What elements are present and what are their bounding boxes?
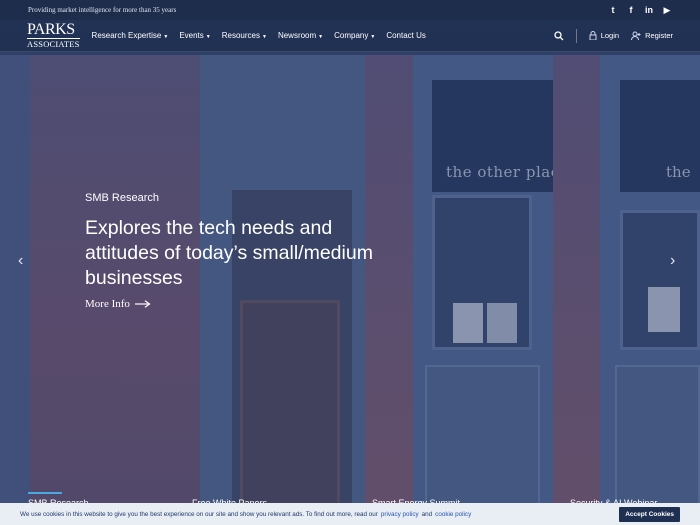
nav-contact-us[interactable]: Contact Us bbox=[386, 31, 426, 40]
more-info-label: More Info bbox=[85, 298, 130, 310]
nav-utility: Login Register bbox=[554, 28, 673, 43]
facebook-icon[interactable]: f bbox=[626, 5, 636, 15]
youtube-icon[interactable]: ▶ bbox=[662, 5, 672, 16]
login-link[interactable]: Login bbox=[589, 31, 619, 40]
nav-events[interactable]: Events ▼ bbox=[179, 31, 210, 40]
nav-label: Research Expertise bbox=[91, 31, 162, 40]
caret-down-icon: ▼ bbox=[370, 34, 376, 40]
main-nav: PARKS ASSOCIATES Research Expertise ▼ Eve… bbox=[0, 20, 700, 52]
arrow-right-icon bbox=[134, 300, 151, 308]
nav-company[interactable]: Company ▼ bbox=[334, 31, 375, 40]
search-icon[interactable] bbox=[554, 30, 564, 41]
twitter-icon[interactable]: t bbox=[608, 5, 618, 15]
user-add-icon bbox=[631, 31, 641, 40]
cookie-policy-link[interactable]: cookie policy bbox=[435, 511, 471, 518]
lock-icon bbox=[589, 31, 597, 40]
chevron-left-icon[interactable]: ‹ bbox=[18, 252, 23, 270]
social-links: t f in ▶ bbox=[608, 5, 672, 16]
divider bbox=[575, 28, 577, 43]
caret-down-icon: ▼ bbox=[318, 34, 324, 40]
privacy-policy-link[interactable]: privacy policy bbox=[381, 511, 419, 518]
slide-headline: Explores the tech needs and attitudes of… bbox=[85, 217, 373, 289]
cookie-and: and bbox=[421, 510, 433, 518]
nav-label: Events bbox=[179, 31, 204, 40]
logo[interactable]: PARKS ASSOCIATES bbox=[27, 22, 80, 49]
logo-line1: PARKS bbox=[27, 21, 75, 39]
tagline: Providing market intelligence for more t… bbox=[28, 6, 177, 14]
more-info-link[interactable]: More Info bbox=[85, 298, 151, 310]
accept-cookies-button[interactable]: Accept Cookies bbox=[619, 506, 680, 522]
top-bar: Providing market intelligence for more t… bbox=[0, 0, 700, 20]
nav-label: Newsroom bbox=[277, 31, 317, 40]
caret-down-icon: ▼ bbox=[163, 34, 169, 40]
register-link[interactable]: Register bbox=[631, 31, 673, 40]
slide-category: SMB Research bbox=[85, 192, 159, 204]
linkedin-icon[interactable]: in bbox=[644, 5, 654, 15]
nav-label: Company bbox=[334, 31, 369, 40]
logo-line2: ASSOCIATES bbox=[27, 38, 80, 50]
caret-down-icon: ▼ bbox=[261, 34, 267, 40]
nav-resources[interactable]: Resources ▼ bbox=[222, 31, 267, 40]
chevron-right-icon[interactable]: › bbox=[670, 252, 675, 270]
login-label: Login bbox=[600, 31, 620, 40]
cookie-text: We use cookies in this website to give y… bbox=[20, 510, 378, 518]
nav-research-expertise[interactable]: Research Expertise ▼ bbox=[92, 31, 169, 40]
cookie-banner: We use cookies in this website to give y… bbox=[0, 503, 700, 525]
nav-label: Resources bbox=[221, 31, 260, 40]
register-label: Register bbox=[645, 31, 673, 40]
caret-down-icon: ▼ bbox=[205, 34, 211, 40]
nav-newsroom[interactable]: Newsroom ▼ bbox=[278, 31, 323, 40]
